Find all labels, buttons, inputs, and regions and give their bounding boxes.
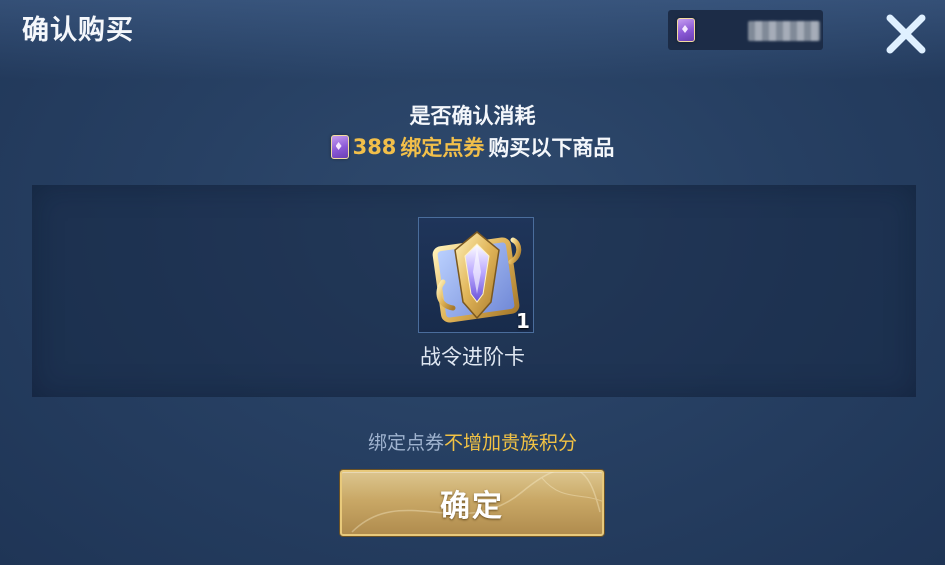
- cost-suffix: 购买以下商品: [488, 136, 615, 160]
- close-icon: [886, 14, 926, 54]
- dialog-title: 确认购买: [22, 15, 134, 46]
- cost-currency-name: 绑定点券: [400, 136, 485, 160]
- currency-balance-value: 00000: [748, 21, 820, 41]
- confirm-button[interactable]: 确定: [340, 470, 604, 536]
- cost-amount: 388: [352, 135, 397, 159]
- item-quantity: 1: [516, 309, 530, 333]
- close-button[interactable]: [880, 8, 932, 60]
- currency-balance: 00000: [668, 10, 823, 50]
- voucher-note: 绑定点券不增加贵族积分: [0, 428, 945, 455]
- confirm-prompt: 是否确认消耗: [409, 104, 536, 128]
- cost-line: 388 绑定点券 购买以下商品: [0, 132, 945, 162]
- voucher-ticket-icon: [330, 135, 349, 159]
- note-prefix: 绑定点券: [367, 432, 444, 454]
- item-name: 战令进阶卡: [420, 345, 525, 369]
- battle-pass-card-icon: [432, 231, 522, 323]
- confirm-button-label: 确定: [440, 489, 504, 524]
- voucher-ticket-icon: [677, 18, 695, 42]
- note-highlight: 不增加贵族积分: [444, 432, 578, 454]
